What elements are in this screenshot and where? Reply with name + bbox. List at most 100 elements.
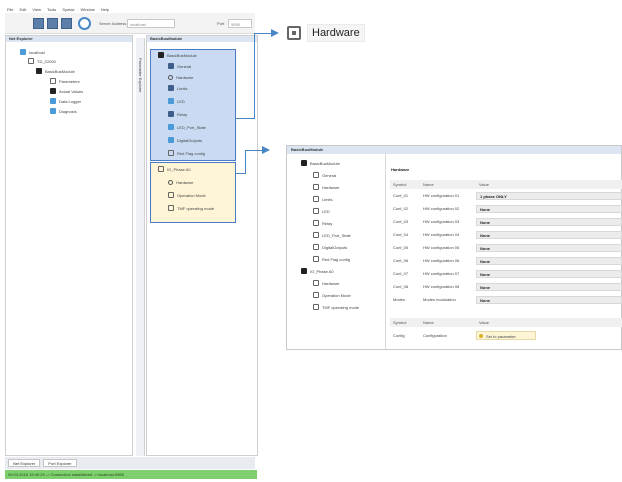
open-icon[interactable] (47, 18, 58, 29)
param-item-io-phase[interactable]: IO_Phase A0 (158, 165, 191, 173)
param-item-led-port-state[interactable]: LED_Port_State (168, 123, 206, 131)
status-bar: 09.03.2016 15:40:29 -> Connection establ… (5, 470, 257, 479)
table-row: Conf_02 HW configuration 02 None (390, 203, 622, 215)
zoom-tree-item[interactable]: LED (313, 207, 330, 215)
tree-item-data-logger[interactable]: Data Logger (50, 97, 81, 105)
server-address-input[interactable]: localhost (127, 19, 175, 28)
param-item-red-flag-config[interactable]: Red Flag config (168, 149, 205, 157)
zoom-tree-item[interactable]: LED_Port_State (313, 231, 351, 239)
parameters-icon (50, 78, 56, 84)
param-item-led[interactable]: LED (168, 97, 185, 105)
row-value: None (480, 272, 490, 277)
config-value-box[interactable]: Set to parameter (476, 331, 536, 340)
param-item-general[interactable]: General (168, 62, 191, 70)
row-name: HW configuration 05 (423, 245, 460, 250)
zoom-tree-item[interactable]: DigitalOutputs (313, 243, 347, 251)
zoom-tree-item[interactable]: TMF operating mode (313, 303, 359, 311)
values-icon (50, 88, 56, 94)
row-value: None (480, 207, 490, 212)
port-input[interactable]: 5555 (228, 19, 252, 28)
param-item-hardware[interactable]: Hardware (168, 73, 193, 81)
table-row: Conf_04 HW configuration 04 None (390, 229, 622, 241)
tree-item-network[interactable]: TD_Z2000 (28, 57, 56, 65)
tab-net-explorer[interactable]: Net Explorer (8, 459, 41, 467)
param-item-digital-outputs[interactable]: DigitalOutputs (168, 136, 202, 144)
row-value: None (480, 246, 490, 251)
save-icon[interactable] (61, 18, 72, 29)
info-icon (168, 63, 174, 69)
output-icon (168, 137, 174, 143)
row-symbol: Conf_05 (393, 245, 409, 250)
value-dropdown[interactable]: None (476, 257, 622, 265)
parameter-panel-title: BasicBusModule (147, 36, 257, 42)
zoom-tree-item[interactable]: General (313, 171, 336, 179)
value-dropdown[interactable]: None (476, 270, 622, 278)
tree-item-diagnosis[interactable]: Diagnosis (50, 107, 77, 115)
menu-help[interactable]: Help (101, 7, 109, 12)
menu-view[interactable]: View (32, 7, 41, 12)
tab-port-explorer[interactable]: Port Explorer (43, 459, 77, 467)
arrow-right-icon (271, 29, 279, 37)
module-icon (301, 268, 307, 274)
zoom-tree-item[interactable]: Hardware (313, 279, 339, 287)
param-item-module[interactable]: BasicBusModule (158, 51, 197, 59)
table-row: Conf_08 HW configuration 08 None (390, 281, 622, 293)
tree-item-localhost[interactable]: localhost (20, 48, 45, 56)
value-dropdown[interactable]: None (476, 296, 622, 304)
menu-edit[interactable]: Edit (19, 7, 26, 12)
relay-icon (168, 111, 174, 117)
zoom-tree-item[interactable]: Operation Mode (313, 291, 351, 299)
column-header-name: Name (420, 180, 434, 189)
param-item-operation-mode[interactable]: Operation Mode (168, 191, 206, 199)
new-icon[interactable] (33, 18, 44, 29)
tree-item-module[interactable]: BasicBusModule (36, 67, 75, 75)
zoom-tree-item[interactable]: BasicBusModule (301, 159, 340, 167)
row-symbol: Conf_01 (393, 193, 409, 198)
zoom-tree-item[interactable]: IO_Phase A0 (301, 267, 334, 275)
zoom-tree-item[interactable]: Hardware (313, 183, 339, 191)
parameter-icon (313, 184, 319, 190)
menu-file[interactable]: File (7, 7, 13, 12)
gear-icon (168, 74, 173, 80)
row-name: HW configuration 03 (423, 219, 460, 224)
menu-window[interactable]: Window (81, 7, 95, 12)
param-item-relay[interactable]: Relay (168, 110, 187, 118)
value-dropdown[interactable]: 1 phase ONLY (476, 192, 622, 200)
value-dropdown[interactable]: None (476, 283, 622, 291)
module-icon (301, 160, 307, 166)
hardware-callout: Hardware (287, 22, 365, 44)
column-header-value: Value (476, 318, 489, 327)
column-header-symbol: Symbol (390, 180, 407, 189)
module-icon (158, 52, 164, 58)
menu-tools[interactable]: Tools (47, 7, 56, 12)
param-item-limits[interactable]: Limits (168, 84, 187, 92)
connector-line (245, 150, 246, 174)
tree-item-parameters[interactable]: Parameters (50, 77, 80, 85)
menu-syntax[interactable]: Syntax (62, 7, 74, 12)
row-symbol: Conf_07 (393, 271, 409, 276)
value-dropdown[interactable]: None (476, 218, 622, 226)
row-symbol: Conf_02 (393, 206, 409, 211)
bottom-tabs: Net Explorer Port Explorer (5, 457, 255, 469)
parameter-icon (313, 172, 319, 178)
refresh-icon[interactable] (78, 17, 91, 30)
row-symbol: Conf_06 (393, 258, 409, 263)
value-dropdown[interactable]: None (476, 244, 622, 252)
row-name: HW configuration 06 (423, 258, 460, 263)
table-row: Conf_05 HW configuration 05 None (390, 242, 622, 254)
value-dropdown[interactable]: None (476, 205, 622, 213)
param-item-tmf-mode[interactable]: TMF operating mode (168, 204, 214, 212)
zoom-tree-item[interactable]: Relay (313, 219, 332, 227)
phase-icon (158, 166, 164, 172)
row-name: HW configuration 08 (423, 284, 460, 289)
menu-bar: File Edit View Tools Syntax Window Help (5, 5, 255, 13)
parameter-explorer-tab[interactable]: Parameter Explorer (136, 38, 145, 456)
hardware-chip-icon (287, 26, 301, 40)
param-item-phase-hardware[interactable]: Hardware (168, 178, 193, 186)
row-value: None (480, 233, 490, 238)
zoom-tree-item[interactable]: Limits (313, 195, 332, 203)
value-dropdown[interactable]: None (476, 231, 622, 239)
table-row: Conf_03 HW configuration 03 None (390, 216, 622, 228)
zoom-tree-item[interactable]: Red Flag config (313, 255, 350, 263)
tree-item-actual-values[interactable]: Actual Values (50, 87, 83, 95)
